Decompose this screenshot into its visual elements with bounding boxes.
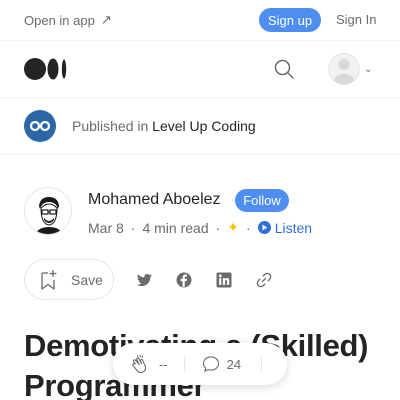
divider (261, 356, 263, 372)
clap-button[interactable]: -- (129, 353, 168, 375)
facebook-icon[interactable] (175, 271, 193, 289)
medium-logo[interactable] (24, 58, 68, 85)
publish-date: Mar 8 (88, 219, 124, 236)
author-name[interactable]: Mohamed Aboelez (88, 191, 221, 209)
sign-up-button[interactable]: Sign up (259, 8, 321, 32)
responses-button[interactable]: 24 (201, 354, 241, 374)
meta-separator: · (130, 219, 136, 236)
open-in-app-link[interactable]: Open in app ↗ (24, 12, 112, 28)
clap-count: -- (159, 356, 168, 372)
member-only-star-icon: ✦ (227, 219, 240, 235)
main-navbar: ⌄ (0, 41, 400, 98)
published-in-label: Published in (72, 118, 149, 134)
arrow-up-right-icon: ↗ (100, 12, 112, 27)
meta-separator: · (215, 219, 221, 236)
response-count: 24 (226, 356, 242, 372)
read-time: 4 min read (142, 219, 209, 236)
floating-action-bar: -- 24 (113, 343, 287, 385)
top-banner: Open in app ↗ Sign up Sign In (0, 0, 400, 41)
divider (183, 356, 185, 372)
clap-icon (132, 354, 147, 374)
follow-button[interactable]: Follow (235, 189, 289, 212)
comment-icon (202, 356, 219, 372)
sign-in-link[interactable]: Sign In (336, 12, 376, 27)
author-avatar[interactable] (24, 187, 72, 235)
publication-bar: Published in Level Up Coding (0, 98, 400, 155)
bookmark-add-icon (41, 269, 57, 290)
listen-button[interactable]: Listen (257, 219, 313, 236)
save-button[interactable]: Save (24, 259, 114, 300)
save-label: Save (71, 271, 103, 288)
search-icon[interactable] (272, 57, 296, 81)
linkedin-icon[interactable] (215, 271, 233, 289)
twitter-icon[interactable] (135, 271, 153, 289)
open-in-app-label: Open in app (24, 12, 95, 28)
published-in-text: Published in Level Up Coding (72, 118, 256, 134)
play-icon (257, 221, 271, 234)
meta-separator: · (246, 219, 251, 236)
link-icon[interactable] (255, 271, 273, 289)
listen-label: Listen (274, 219, 313, 236)
chevron-down-icon: ⌄ (364, 63, 373, 75)
user-menu[interactable]: ⌄ (328, 53, 372, 85)
avatar (328, 53, 360, 85)
publication-name-link[interactable]: Level Up Coding (152, 118, 256, 134)
publication-logo[interactable] (24, 110, 56, 142)
article-meta: Mar 8 · 4 min read · ✦ · Listen (88, 219, 312, 236)
